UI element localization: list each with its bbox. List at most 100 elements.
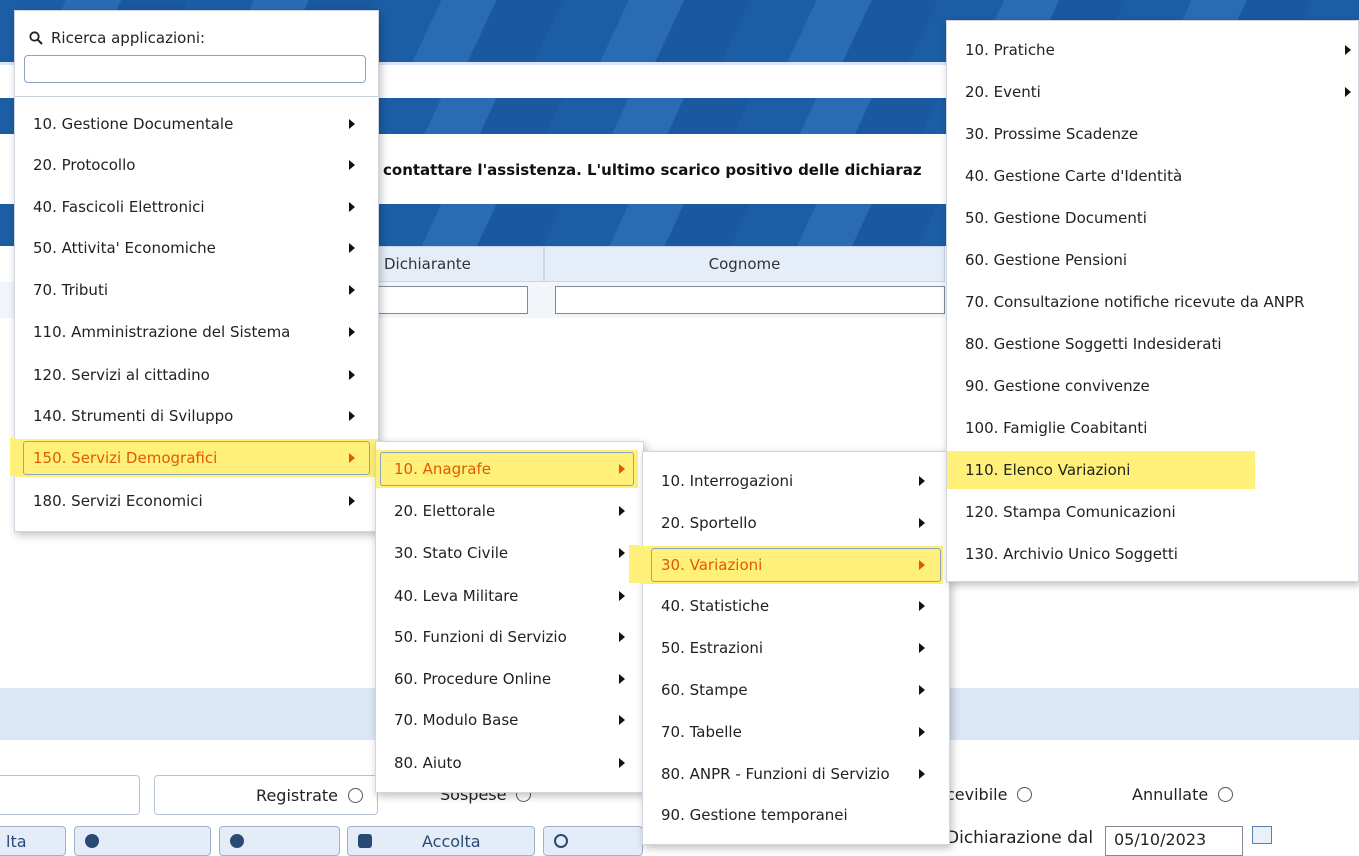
cancel-icon	[554, 834, 568, 848]
menu4-item-pratiche[interactable]: 10. Pratiche	[947, 31, 1358, 69]
search-input[interactable]	[24, 55, 366, 83]
caret-right-icon	[619, 506, 625, 516]
caret-right-icon	[619, 548, 625, 558]
menu1-item-attivita-economiche[interactable]: 50. Attivita' Economiche	[15, 229, 378, 267]
menu3-item-gestione-temporanei[interactable]: 90. Gestione temporanei	[643, 796, 949, 834]
menu1-item-strumenti-sviluppo[interactable]: 140. Strumenti di Sviluppo	[15, 397, 378, 435]
menu1-item-gestione-documentale[interactable]: 10. Gestione Documentale	[15, 105, 378, 143]
search-separator	[15, 96, 378, 97]
filter-input-dichiarante[interactable]	[370, 286, 528, 314]
caret-right-icon	[619, 591, 625, 601]
menu1-item-fascicoli-elettronici[interactable]: 40. Fascicoli Elettronici	[15, 188, 378, 226]
menu4-item-stampa-comunicazioni[interactable]: 120. Stampa Comunicazioni	[947, 493, 1358, 531]
caret-right-icon	[619, 674, 625, 684]
menu-item-label: 30. Stato Civile	[394, 544, 509, 562]
menu-item-label: 130. Archivio Unico Soggetti	[965, 545, 1178, 563]
menu4-item-notifiche-anpr[interactable]: 70. Consultazione notifiche ricevute da …	[947, 283, 1358, 321]
radio-ricevibile[interactable]	[1017, 787, 1033, 802]
menu3-item-sportello[interactable]: 20. Sportello	[643, 504, 949, 542]
menu4-item-carte-identita[interactable]: 40. Gestione Carte d'Identità	[947, 157, 1358, 195]
menu4-item-gestione-pensioni[interactable]: 60. Gestione Pensioni	[947, 241, 1358, 279]
menu4-item-gestione-convivenze[interactable]: 90. Gestione convivenze	[947, 367, 1358, 405]
stop-icon	[85, 834, 99, 848]
table-header-cognome[interactable]: Cognome	[544, 246, 945, 282]
menu-item-label: 10. Gestione Documentale	[33, 115, 234, 133]
caret-right-icon	[919, 601, 925, 611]
filter-ricevibile[interactable]: cevibile	[946, 785, 1033, 804]
menu3-item-tabelle[interactable]: 70. Tabelle	[643, 713, 949, 751]
toolbar-button-1[interactable]: lta	[0, 826, 66, 856]
caret-right-icon	[349, 327, 355, 337]
toolbar-button-5[interactable]	[543, 826, 643, 856]
caret-right-icon	[349, 411, 355, 421]
menu3-item-anpr-funzioni[interactable]: 80. ANPR - Funzioni di Servizio	[643, 755, 949, 793]
menu-item-label: 90. Gestione temporanei	[661, 806, 848, 824]
button-label: Accolta	[422, 831, 481, 851]
menu-item-label: 50. Gestione Documenti	[965, 209, 1147, 227]
menu3-item-estrazioni[interactable]: 50. Estrazioni	[643, 629, 949, 667]
menu-item-label: 20. Eventi	[965, 83, 1041, 101]
menu2-item-procedure-online[interactable]: 60. Procedure Online	[376, 660, 643, 698]
menu4-item-eventi[interactable]: 20. Eventi	[947, 73, 1358, 111]
menu-item-label: 80. ANPR - Funzioni di Servizio	[661, 765, 890, 783]
menu2-item-modulo-base[interactable]: 70. Modulo Base	[376, 701, 643, 739]
menu1-item-servizi-cittadino[interactable]: 120. Servizi al cittadino	[15, 356, 378, 394]
menu3-item-statistiche[interactable]: 40. Statistiche	[643, 587, 949, 625]
menu2-item-stato-civile[interactable]: 30. Stato Civile	[376, 534, 643, 572]
toolbar-button-accolta[interactable]: Accolta	[347, 826, 535, 856]
menu4-item-prossime-scadenze[interactable]: 30. Prossime Scadenze	[947, 115, 1358, 153]
calendar-icon[interactable]	[1252, 826, 1272, 844]
radio-registrate[interactable]	[348, 787, 363, 803]
menu2-item-leva-militare[interactable]: 40. Leva Militare	[376, 577, 643, 615]
menu-item-label: 150. Servizi Demografici	[33, 449, 218, 467]
menu-item-label: 10. Pratiche	[965, 41, 1055, 59]
toolbar-button-2[interactable]	[74, 826, 211, 856]
menu1-item-amministrazione-sistema[interactable]: 110. Amministrazione del Sistema	[15, 313, 378, 351]
filter-label: Annullate	[1132, 785, 1209, 804]
menu-item-label: 110. Elenco Variazioni	[965, 461, 1131, 479]
menu1-item-tributi[interactable]: 70. Tributi	[15, 271, 378, 309]
filter-input-cognome[interactable]	[555, 286, 945, 314]
caret-right-icon	[919, 560, 925, 570]
menu2-item-elettorale[interactable]: 20. Elettorale	[376, 492, 643, 530]
menu4-item-soggetti-indesiderati[interactable]: 80. Gestione Soggetti Indesiderati	[947, 325, 1358, 363]
add-icon	[230, 834, 244, 848]
anagrafe-submenu: 10. Interrogazioni 20. Sportello 30. Var…	[642, 451, 950, 845]
menu2-item-anagrafe[interactable]: 10. Anagrafe	[376, 450, 638, 488]
menu2-item-aiuto[interactable]: 80. Aiuto	[376, 744, 643, 782]
caret-right-icon	[349, 370, 355, 380]
toolbar-button-3[interactable]	[219, 826, 340, 856]
menu-item-label: 10. Interrogazioni	[661, 472, 794, 490]
menu4-item-gestione-documenti[interactable]: 50. Gestione Documenti	[947, 199, 1358, 237]
filter-annullate[interactable]: Annullate	[1132, 785, 1234, 804]
menu3-item-stampe[interactable]: 60. Stampe	[643, 671, 949, 709]
menu1-item-protocollo[interactable]: 20. Protocollo	[15, 146, 378, 184]
filter-label: Registrate	[256, 785, 338, 805]
filter-box-registrate[interactable]: Registrate	[154, 775, 378, 815]
filter-label: cevibile	[946, 785, 1008, 804]
caret-right-icon	[619, 715, 625, 725]
table-header-dichiarante[interactable]: Dichiarante	[375, 246, 544, 282]
menu4-item-famiglie-coabitanti[interactable]: 100. Famiglie Coabitanti	[947, 409, 1358, 447]
caret-right-icon	[919, 476, 925, 486]
menu-item-label: 40. Leva Militare	[394, 587, 519, 605]
search-icon	[29, 31, 43, 45]
caret-right-icon	[619, 758, 625, 768]
search-label: Ricerca applicazioni:	[29, 29, 205, 47]
menu1-item-servizi-demografici[interactable]: 150. Servizi Demografici	[15, 439, 378, 477]
menu-item-label: 50. Estrazioni	[661, 639, 764, 657]
date-label: Dichiarazione dal	[946, 828, 1094, 848]
menu1-item-servizi-economici[interactable]: 180. Servizi Economici	[15, 482, 378, 520]
menu4-item-archivio-unico-soggetti[interactable]: 130. Archivio Unico Soggetti	[947, 535, 1358, 573]
caret-right-icon	[349, 119, 355, 129]
date-from-input[interactable]: 05/10/2023	[1105, 826, 1243, 856]
menu4-item-elenco-variazioni[interactable]: 110. Elenco Variazioni	[947, 451, 1255, 489]
menu-item-label: 80. Gestione Soggetti Indesiderati	[965, 335, 1222, 353]
menu3-item-interrogazioni[interactable]: 10. Interrogazioni	[643, 462, 949, 500]
column-label: Cognome	[708, 255, 781, 273]
menu-item-label: 20. Protocollo	[33, 156, 136, 174]
radio-annullate[interactable]	[1218, 787, 1234, 802]
caret-right-icon	[1345, 45, 1351, 55]
menu2-item-funzioni-servizio[interactable]: 50. Funzioni di Servizio	[376, 618, 643, 656]
menu3-item-variazioni[interactable]: 30. Variazioni	[643, 546, 943, 584]
